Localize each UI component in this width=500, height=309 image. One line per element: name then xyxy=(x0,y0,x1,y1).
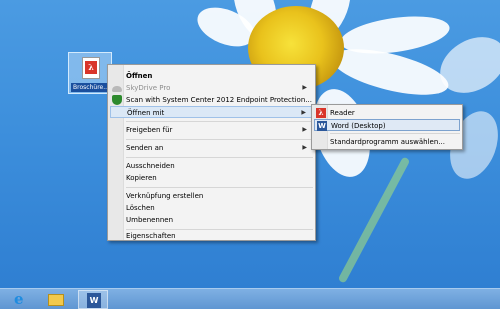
word-icon: W xyxy=(87,293,101,308)
submenu-item-word-desktop[interactable]: W Word (Desktop) xyxy=(314,119,460,131)
menu-separator xyxy=(126,121,313,122)
taskbar: e W xyxy=(0,288,500,309)
word-icon: W xyxy=(317,121,327,131)
menu-separator xyxy=(126,139,313,140)
menu-item-open[interactable]: Öffnen xyxy=(110,70,313,82)
menu-item-properties[interactable]: Eigenschaften xyxy=(110,230,313,242)
skydrive-icon xyxy=(112,86,122,92)
context-menu: Öffnen SkyDrive Pro ▶ Scan with System C… xyxy=(107,64,316,241)
chevron-right-icon: ▶ xyxy=(301,109,306,116)
file-explorer-icon xyxy=(48,294,64,306)
chevron-right-icon: ▶ xyxy=(302,84,307,91)
menu-item-copy[interactable]: Kopieren xyxy=(110,172,313,184)
chevron-right-icon: ▶ xyxy=(302,126,307,133)
open-with-submenu: λ Reader W Word (Desktop) Standardprogra… xyxy=(311,104,463,150)
menu-separator xyxy=(126,187,313,188)
menu-item-delete[interactable]: Löschen xyxy=(110,202,313,214)
taskbar-word[interactable]: W xyxy=(78,290,108,309)
adobe-reader-icon: λ xyxy=(316,108,326,118)
pdf-document-icon: λ xyxy=(82,57,100,79)
menu-item-open-with[interactable]: Öffnen mit ▶ xyxy=(110,106,313,118)
taskbar-internet-explorer[interactable]: e xyxy=(6,290,36,309)
menu-item-rename[interactable]: Umbenennen xyxy=(110,214,313,226)
chevron-right-icon: ▶ xyxy=(302,144,307,151)
menu-item-skydrive-pro[interactable]: SkyDrive Pro ▶ xyxy=(110,82,313,94)
submenu-item-choose-default[interactable]: Standardprogramm auswählen... xyxy=(314,136,460,148)
taskbar-file-explorer[interactable] xyxy=(41,290,71,309)
internet-explorer-icon: e xyxy=(14,290,24,308)
menu-item-cut[interactable]: Ausschneiden xyxy=(110,160,313,172)
desktop-file-icon[interactable]: λ Broschüre... xyxy=(68,52,112,94)
menu-separator xyxy=(126,157,313,158)
menu-item-scan[interactable]: Scan with System Center 2012 Endpoint Pr… xyxy=(110,94,313,106)
desktop-file-label: Broschüre... xyxy=(71,83,111,92)
menu-item-share-with[interactable]: Freigeben für ▶ xyxy=(110,124,313,136)
menu-separator xyxy=(330,133,460,134)
menu-item-send-to[interactable]: Senden an ▶ xyxy=(110,142,313,154)
submenu-item-reader[interactable]: λ Reader xyxy=(314,107,460,119)
menu-item-create-shortcut[interactable]: Verknüpfung erstellen xyxy=(110,190,313,202)
shield-icon xyxy=(112,95,122,105)
